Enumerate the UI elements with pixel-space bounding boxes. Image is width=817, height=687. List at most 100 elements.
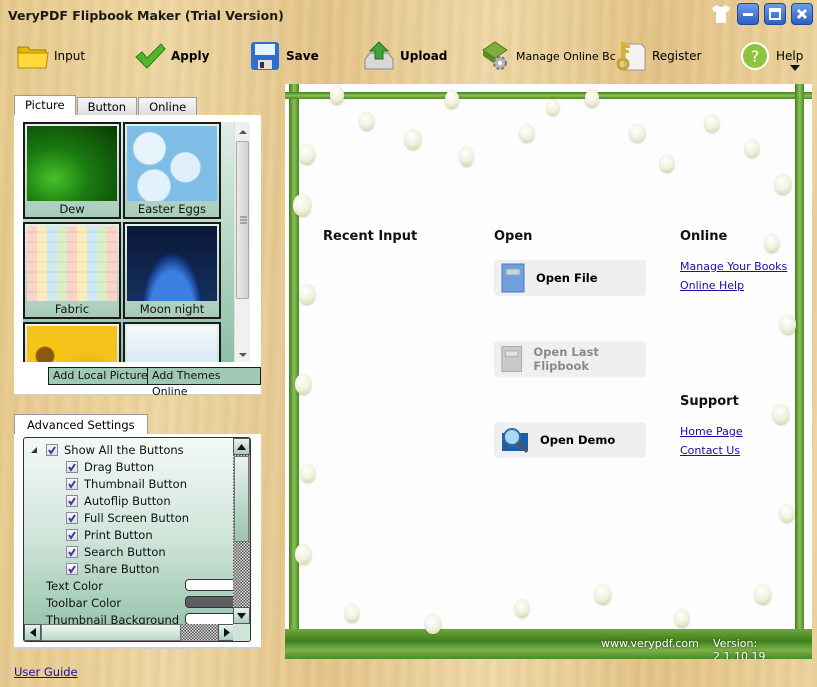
flower-bud xyxy=(330,86,344,104)
checkbox[interactable] xyxy=(66,528,78,541)
user-guide-link[interactable]: User Guide xyxy=(14,665,78,679)
tree-label: Print Button xyxy=(84,527,153,542)
add-themes-online-button[interactable]: Add Themes Online xyxy=(147,367,261,398)
tree-horizontal-scrollbar[interactable] xyxy=(24,624,235,641)
scroll-left-icon xyxy=(29,628,36,637)
tree-label: Toolbar Color xyxy=(46,595,122,610)
scroll-down-button[interactable] xyxy=(233,607,250,624)
flower-bud xyxy=(547,99,559,115)
theme-thumbnail[interactable]: Dew xyxy=(23,122,121,219)
check-icon xyxy=(68,513,76,523)
manage-online-books-label: Manage Online Bc xyxy=(516,49,616,63)
flower-bud xyxy=(460,146,473,166)
checkbox[interactable] xyxy=(66,545,78,558)
skin-button[interactable] xyxy=(710,4,732,24)
tree-row: Share Button xyxy=(66,560,159,577)
checkbox[interactable] xyxy=(66,477,78,490)
save-button[interactable]: Save xyxy=(248,36,319,76)
book-icon xyxy=(501,263,525,293)
tab-advanced-settings[interactable]: Advanced Settings xyxy=(14,414,148,436)
scrollbar-thumb[interactable] xyxy=(41,624,181,641)
flower-bud xyxy=(705,114,719,132)
start-page: Recent Input Open Online Support Open Fi… xyxy=(285,84,812,659)
tab-picture[interactable]: Picture xyxy=(14,95,76,117)
tab-online[interactable]: Online xyxy=(138,97,198,117)
check-icon xyxy=(68,496,76,506)
flower-bud xyxy=(299,284,315,304)
save-label: Save xyxy=(286,49,319,63)
theme-thumbnail[interactable] xyxy=(23,322,121,362)
theme-thumbnail[interactable]: Easter Eggs xyxy=(123,122,221,219)
register-label: Register xyxy=(652,49,702,63)
tree-row: Thumbnail Button xyxy=(66,475,187,492)
theme-name: Moon night xyxy=(139,302,205,316)
checkbox[interactable] xyxy=(66,511,78,524)
register-button[interactable]: Register xyxy=(614,36,701,76)
apply-label: Apply xyxy=(171,49,210,63)
open-file-button[interactable]: Open File xyxy=(494,260,646,296)
theme-name: Easter Eggs xyxy=(137,202,207,216)
manage-your-books-link[interactable]: Manage Your Books xyxy=(680,260,787,273)
checkbox[interactable] xyxy=(66,494,78,507)
tree-label: Show All the Buttons xyxy=(64,442,184,457)
gallery-scrollbar[interactable] xyxy=(234,122,250,362)
flower-bud xyxy=(295,544,311,564)
open-demo-button[interactable]: Open Demo xyxy=(494,422,646,458)
help-icon: ? xyxy=(738,39,772,73)
toolbar: Input Apply Save Upload Manage Online Bc… xyxy=(0,36,817,76)
tree-vertical-scrollbar[interactable] xyxy=(233,438,250,624)
flower-bud xyxy=(293,194,311,216)
tab-button[interactable]: Button xyxy=(76,97,138,117)
scrollbar-thumb[interactable] xyxy=(236,141,249,299)
add-local-picture-button[interactable]: Add Local Picture xyxy=(48,367,153,385)
online-help-link[interactable]: Online Help xyxy=(680,279,744,292)
scroll-left-button[interactable] xyxy=(24,624,41,641)
help-label: Help xyxy=(776,49,804,63)
minimize-button[interactable] xyxy=(737,3,759,25)
check-icon xyxy=(68,547,76,557)
theme-preview-image xyxy=(27,226,117,301)
floppy-disk-icon xyxy=(248,39,282,73)
scroll-up-icon[interactable] xyxy=(236,127,250,137)
checkbox[interactable] xyxy=(66,460,78,473)
flower-bud xyxy=(745,139,759,157)
maximize-icon xyxy=(769,8,781,20)
theme-preview-image xyxy=(127,326,217,362)
close-button[interactable] xyxy=(791,3,813,25)
scroll-up-button[interactable] xyxy=(233,438,250,455)
scroll-down-icon[interactable] xyxy=(236,350,250,360)
maximize-button[interactable] xyxy=(764,3,786,25)
checkbox[interactable] xyxy=(66,562,78,575)
tree-label: Text Color xyxy=(46,578,103,593)
theme-thumbnail[interactable]: Fabric xyxy=(23,222,121,319)
grip-icon xyxy=(240,216,247,224)
theme-gallery: Dew Easter Eggs Fabric Moon night xyxy=(23,122,235,362)
support-heading: Support xyxy=(680,394,739,409)
input-button[interactable]: Input xyxy=(16,36,85,76)
minimize-icon xyxy=(743,13,753,16)
open-last-flipbook-button[interactable]: Open Last Flipbook xyxy=(494,341,646,377)
flower-bud xyxy=(299,144,315,164)
expand-triangle-icon[interactable] xyxy=(30,446,38,454)
flower-bud xyxy=(345,604,359,622)
theme-thumbnail[interactable]: Moon night xyxy=(123,222,221,319)
upload-button[interactable]: Upload xyxy=(362,36,447,76)
flower-bud xyxy=(780,314,796,334)
scrollbar-thumb[interactable] xyxy=(234,456,249,542)
tree-label: Drag Button xyxy=(84,459,155,474)
version-text: Version: 2.1.10.19 xyxy=(713,637,766,659)
home-page-link[interactable]: Home Page xyxy=(680,425,743,438)
check-icon xyxy=(68,564,76,574)
flower-bud xyxy=(660,154,674,172)
flower-bud xyxy=(360,112,374,130)
checkbox[interactable] xyxy=(46,443,58,456)
dropdown-arrow-icon[interactable] xyxy=(790,65,800,71)
contact-us-link[interactable]: Contact Us xyxy=(680,444,740,457)
theme-thumbnail[interactable] xyxy=(123,322,221,362)
apply-button[interactable]: Apply xyxy=(133,36,209,76)
svg-text:?: ? xyxy=(751,47,760,66)
tree-label: Search Button xyxy=(84,544,166,559)
flower-bud xyxy=(301,464,315,482)
help-button[interactable]: ? Help xyxy=(738,36,803,76)
manage-online-books-button[interactable]: Manage Online Bc xyxy=(478,36,616,76)
